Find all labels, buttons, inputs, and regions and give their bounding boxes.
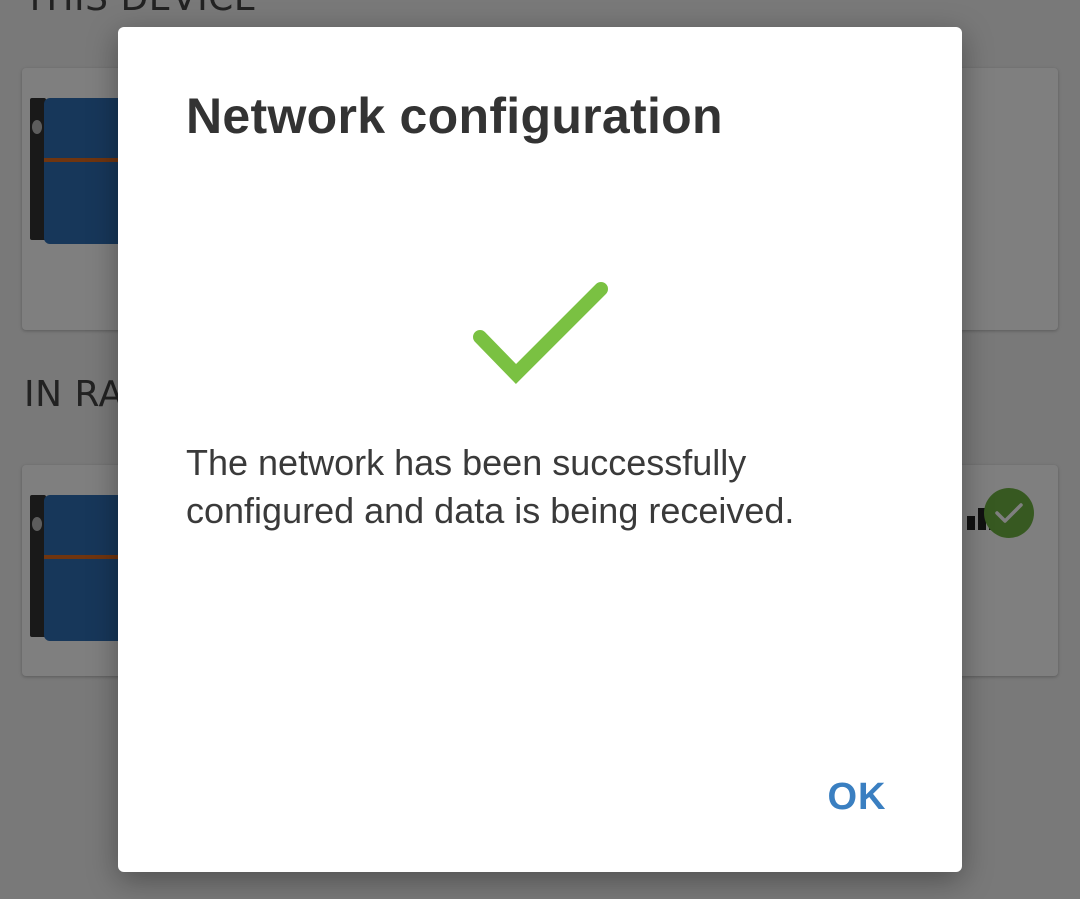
checkmark-icon (473, 282, 608, 384)
dialog-title: Network configuration (186, 88, 723, 144)
dialog-message: The network has been successfully config… (186, 442, 795, 531)
network-configuration-dialog: Network configuration The network has be… (118, 27, 962, 872)
ok-button[interactable]: OK (802, 767, 912, 827)
